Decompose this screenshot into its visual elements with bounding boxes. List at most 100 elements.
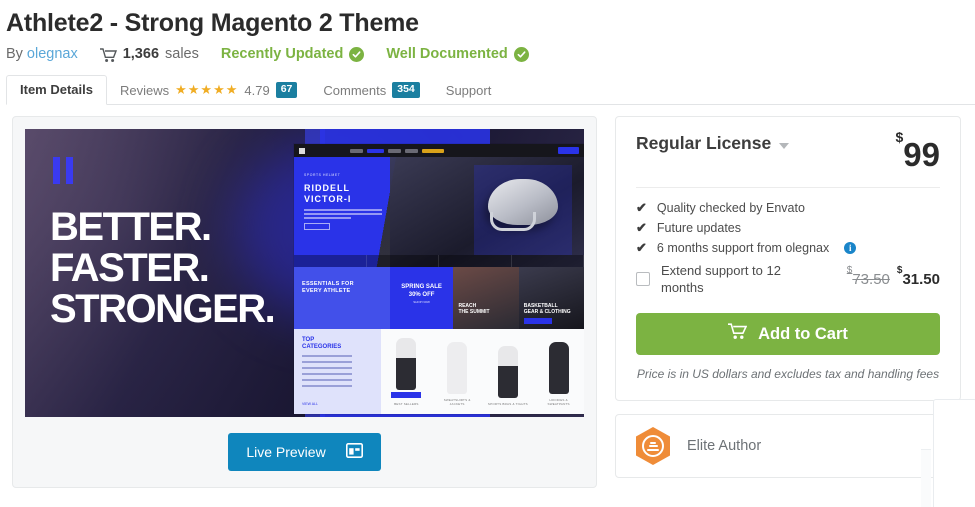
license-selector[interactable]: Regular License (636, 133, 790, 154)
extend-support-label: Extend support to 12 months (661, 263, 781, 295)
pause-icon (53, 157, 73, 184)
license-name-label: Regular License (636, 133, 772, 153)
price-fineprint: Price is in US dollars and excludes tax … (636, 367, 940, 381)
extend-old-price-value: 73.50 (852, 271, 890, 288)
mockup-basketball-label: BASKETBALL GEAR & CLOTHING (524, 303, 571, 315)
mockup-product-figure (548, 342, 569, 394)
add-to-cart-label: Add to Cart (758, 324, 848, 343)
mockup-product-caption: SWEATSHIRTS & JACKETS (443, 398, 471, 406)
extend-support-checkbox[interactable] (636, 272, 650, 286)
mockup-cat-item (302, 379, 352, 381)
mockup-nav-item-active (367, 148, 385, 153)
tab-reviews[interactable]: Reviews ★★★★★ 4.79 67 (107, 76, 310, 105)
elite-author-panel[interactable]: Elite Author (615, 414, 961, 478)
checkmark-icon: ✔ (636, 220, 647, 235)
mockup-promo-beach: REACH THE SUMMIT (453, 267, 519, 329)
content-area: BETTER. FASTER. STRONGER. THE LEGEND IS … (0, 105, 975, 488)
mockup-promo-sale: SPRING SALE 30% OFF SHOP NOW (389, 267, 454, 329)
license-feature: ✔ Future updates (636, 220, 940, 236)
mockup-promo-essentials: ESSENTIALS FOR EVERY ATHLETE (294, 267, 390, 329)
hexagon-bars (647, 441, 659, 451)
well-documented-label: Well Documented (386, 46, 508, 62)
mockup-essentials-line1: ESSENTIALS FOR (302, 281, 354, 287)
item-page: Athlete2 - Strong Magento 2 Theme By ole… (0, 0, 975, 507)
add-to-cart-button[interactable]: Add to Cart (636, 313, 940, 355)
mockup-cat-item (302, 355, 352, 357)
license-feature-label: Quality checked by Envato (656, 201, 805, 215)
well-documented-flag: Well Documented (386, 46, 529, 62)
mockup-nav-item-sale (422, 148, 445, 153)
extend-support-row: Extend support to 12 months $73.50 $31.5… (636, 262, 940, 296)
mockup-product-grid: BEST SELLERS SWEATSHIRTS & JACKETS SPORT… (381, 329, 584, 414)
live-preview-label: Live Preview (246, 444, 326, 460)
checkmark-icon: ✔ (636, 200, 647, 215)
comments-count-badge: 354 (392, 82, 420, 98)
reviews-count-badge: 67 (275, 82, 298, 98)
info-icon[interactable]: i (844, 242, 857, 254)
live-preview-button[interactable]: Live Preview (228, 433, 381, 471)
checkmark-icon: ✔ (636, 240, 647, 255)
mockup-strip-item (439, 255, 512, 267)
tab-support-label: Support (445, 83, 492, 98)
mockup-hero-title-line2: VICTOR-I (304, 194, 352, 204)
extend-new-price: $31.50 (897, 265, 940, 288)
license-feature-label: Future updates (656, 221, 741, 235)
tab-item-details[interactable]: Item Details (6, 75, 107, 105)
tab-support[interactable]: Support (433, 77, 505, 105)
mockup-promo-row: ESSENTIALS FOR EVERY ATHLETE SPRING SALE… (294, 267, 584, 329)
mockup-product-caption: BEST SELLERS (394, 402, 419, 406)
mockup-strip-item (367, 255, 439, 267)
license-panel: Regular License $99 ✔ Quality checked by… (615, 116, 961, 401)
recently-updated-label: Recently Updated (220, 46, 344, 62)
license-price: $99 (895, 129, 940, 173)
elite-author-label: Elite Author (687, 438, 762, 454)
mockup-basketball-button (523, 318, 552, 324)
author-link[interactable]: olegnax (27, 46, 78, 62)
extend-support-prices: $73.50 $31.50 (847, 265, 940, 288)
corner-strip (921, 449, 931, 507)
mockup-hero-title-line1: RIDDELL (304, 183, 350, 193)
mockup-basketball-line2: GEAR & CLOTHING (523, 309, 571, 315)
mockup-hero-button (304, 223, 330, 230)
preview-button-row: Live Preview (25, 433, 584, 471)
mockup-cat-title-2: CATEGORIES (302, 344, 342, 350)
license-feature-label: 6 months support from olegnax (656, 241, 830, 255)
license-feature: ✔ 6 months support from olegnax i (636, 241, 940, 255)
hero-line-3: STRONGER. (50, 287, 276, 331)
page-title: Athlete2 - Strong Magento 2 Theme (6, 9, 419, 37)
by-label: By (6, 46, 23, 62)
extend-old-price: $73.50 (847, 265, 890, 288)
item-preview-card: BETTER. FASTER. STRONGER. THE LEGEND IS … (12, 116, 597, 488)
mockup-product: HOODIES & SWEATPANTS (539, 342, 579, 406)
theme-preview-image[interactable]: BETTER. FASTER. STRONGER. THE LEGEND IS … (25, 129, 584, 417)
preview-hero-text: BETTER. FASTER. STRONGER. (50, 205, 276, 331)
mockup-product: SPORTS BRAS & TIGHTS (488, 346, 528, 406)
mockup-nav-item (350, 148, 364, 153)
mockup-sale-sub: SHOP NOW (413, 300, 430, 304)
mockup-promo-basketball: BASKETBALL GEAR & CLOTHING (518, 267, 584, 329)
mockup-strip-item (294, 255, 367, 267)
mockup-cart-button (558, 147, 579, 154)
currency-symbol: $ (896, 265, 903, 276)
mockup-hero-kicker: SPORTS HELMET (304, 173, 341, 177)
currency-symbol: $ (895, 129, 904, 145)
theme-mockup: SPORTS HELMET RIDDELL VICTOR-I ESSENTIAL… (294, 144, 584, 414)
tab-comments[interactable]: Comments 354 (310, 76, 432, 105)
currency-symbol: $ (846, 265, 853, 276)
star-rating-icon: ★★★★★ (175, 82, 239, 97)
cart-icon (99, 47, 117, 63)
check-circle-icon (349, 46, 365, 62)
mockup-top-categories: TOP CATEGORIES VIEW ALL (294, 329, 381, 414)
price-value: 99 (903, 136, 940, 173)
mockup-product-figure (396, 338, 417, 390)
mockup-strip-item (512, 255, 584, 267)
rating-value: 4.79 (244, 82, 270, 98)
mockup-navbar (294, 144, 584, 157)
mockup-product: SWEATSHIRTS & JACKETS (437, 342, 477, 406)
hero-line-2: FASTER. (50, 246, 210, 290)
mockup-hero-paragraph (304, 209, 382, 221)
mockup-beach-label: REACH THE SUMMIT (458, 303, 489, 315)
license-header: Regular License $99 (636, 129, 940, 173)
tab-reviews-label: Reviews (119, 82, 170, 98)
hero-line-1: BETTER. (50, 205, 212, 249)
